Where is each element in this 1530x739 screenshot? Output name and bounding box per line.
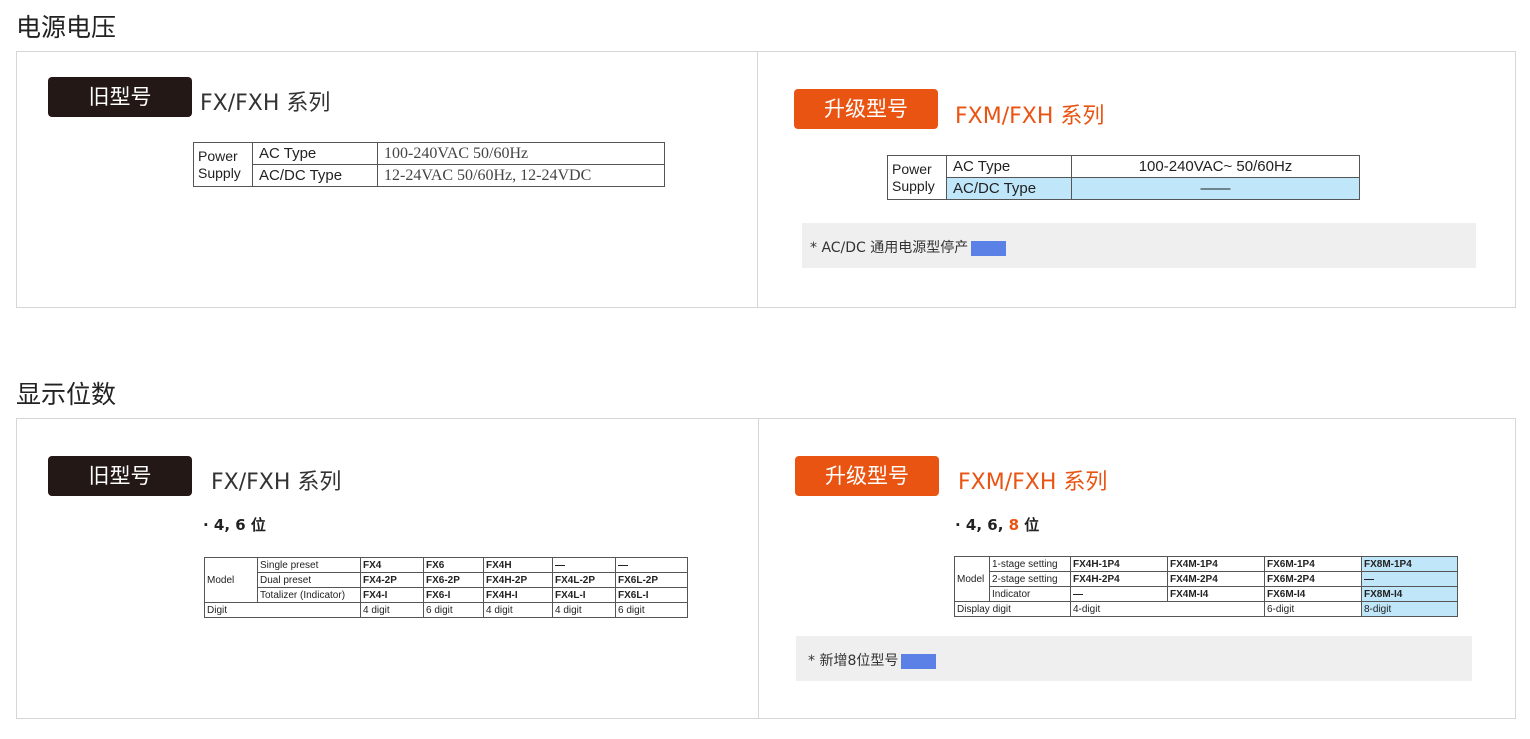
digit-cell: 6 digit: [423, 602, 484, 618]
new-model-badge: 升级型号: [794, 89, 938, 129]
row-label: Dual preset: [257, 572, 361, 588]
model-cell: —: [1070, 586, 1168, 602]
row-label: 1-stage setting: [989, 556, 1071, 572]
new-digit-bullet: · 4, 6, 8 位: [955, 516, 1040, 534]
table-cell-value: 100-240VAC~ 50/60Hz: [1071, 155, 1360, 178]
table-cell-value: ——: [1071, 177, 1360, 200]
model-cell: FX6L-2P: [615, 572, 688, 588]
model-cell: FX4M-I4: [1167, 586, 1265, 602]
model-cell: FX6M-1P4: [1264, 556, 1362, 572]
model-cell: FX6L-I: [615, 587, 688, 603]
old-model-badge: 旧型号: [48, 77, 192, 117]
model-cell: —: [1361, 571, 1458, 587]
power-supply-label: Power Supply: [887, 155, 947, 200]
digit-cell: 4 digit: [552, 602, 616, 618]
digit-cell: 4-digit: [1070, 601, 1265, 617]
model-cell: FX6-I: [423, 587, 484, 603]
table-cell-type: AC Type: [252, 142, 378, 165]
panel-divider: [758, 419, 759, 718]
table-cell-type: AC Type: [946, 155, 1072, 178]
new-8digit-note: * 新增8位型号: [796, 636, 1472, 681]
model-cell: FX4M-2P4: [1167, 571, 1265, 587]
model-cell: FX4H-1P4: [1070, 556, 1168, 572]
discontinued-note: * AC/DC 通用电源型停产: [802, 223, 1476, 268]
model-cell: FX4H: [483, 557, 553, 573]
digit-label: Display digit: [954, 601, 1071, 617]
highlight-swatch: [901, 653, 937, 669]
old-series-label: FX/FXH 系列: [200, 91, 331, 116]
new-series-label: FXM/FXH 系列: [958, 470, 1108, 495]
model-label: Model: [954, 556, 990, 602]
table-cell-type: AC/DC Type: [946, 177, 1072, 200]
model-cell: FX6M-I4: [1264, 586, 1362, 602]
model-cell: FX6-2P: [423, 572, 484, 588]
table-cell-type: AC/DC Type: [252, 164, 378, 187]
model-cell: FX4L-I: [552, 587, 616, 603]
old-digit-bullet: · 4, 6 位: [203, 516, 266, 534]
highlight-swatch: [971, 240, 1007, 256]
table-cell-value: 12-24VAC 50/60Hz, 12-24VDC: [377, 164, 665, 187]
model-cell: FX6: [423, 557, 484, 573]
model-cell: FX4-I: [360, 587, 424, 603]
new-power-table: Power Supply AC Type 100-240VAC~ 50/60Hz …: [887, 155, 1360, 200]
row-label: Indicator: [989, 586, 1071, 602]
model-cell: FX4H-2P: [483, 572, 553, 588]
row-label: 2-stage setting: [989, 571, 1071, 587]
new-digit-highlight: 8: [1008, 516, 1020, 534]
digit-cell: 6 digit: [615, 602, 688, 618]
digit-cell: 6-digit: [1264, 601, 1362, 617]
old-digit-table: Model Single preset FX4 FX6 FX4H — — Dua…: [204, 557, 688, 618]
model-cell: —: [615, 557, 688, 573]
new-series-label: FXM/FXH 系列: [955, 104, 1105, 129]
digit-cell: 4 digit: [360, 602, 424, 618]
model-cell: FX4M-1P4: [1167, 556, 1265, 572]
new-digit-table: Model 1-stage setting FX4H-1P4 FX4M-1P4 …: [954, 556, 1458, 617]
table-cell-value: 100-240VAC 50/60Hz: [377, 142, 665, 165]
digit-cell: 8-digit: [1361, 601, 1458, 617]
model-cell: FX4-2P: [360, 572, 424, 588]
model-cell: FX8M-1P4: [1361, 556, 1458, 572]
note-text: * 新增8位型号: [808, 653, 899, 669]
old-series-label: FX/FXH 系列: [211, 470, 342, 495]
digit-cell: 4 digit: [483, 602, 553, 618]
new-model-badge: 升级型号: [795, 456, 939, 496]
power-supply-label: Power Supply: [193, 142, 253, 187]
digits-compare-panel: 旧型号 FX/FXH 系列 · 4, 6 位 Model Single pres…: [16, 418, 1516, 719]
panel-divider: [757, 52, 758, 307]
section-title-power: 电源电压: [16, 13, 117, 42]
power-compare-panel: 旧型号 FX/FXH 系列 Power Supply AC Type 100-24…: [16, 51, 1516, 308]
model-cell: FX4H-I: [483, 587, 553, 603]
note-text: * AC/DC 通用电源型停产: [810, 240, 969, 256]
old-model-badge: 旧型号: [48, 456, 192, 496]
digit-label: Digit: [204, 602, 361, 618]
model-cell: FX4H-2P4: [1070, 571, 1168, 587]
row-label: Single preset: [257, 557, 361, 573]
row-label: Totalizer (Indicator): [257, 587, 361, 603]
model-cell: FX6M-2P4: [1264, 571, 1362, 587]
section-title-digits: 显示位数: [16, 380, 117, 409]
model-cell: FX4L-2P: [552, 572, 616, 588]
old-power-table: Power Supply AC Type 100-240VAC 50/60Hz A…: [193, 142, 665, 187]
model-cell: —: [552, 557, 616, 573]
model-cell: FX4: [360, 557, 424, 573]
model-cell: FX8M-I4: [1361, 586, 1458, 602]
model-label: Model: [204, 557, 258, 603]
